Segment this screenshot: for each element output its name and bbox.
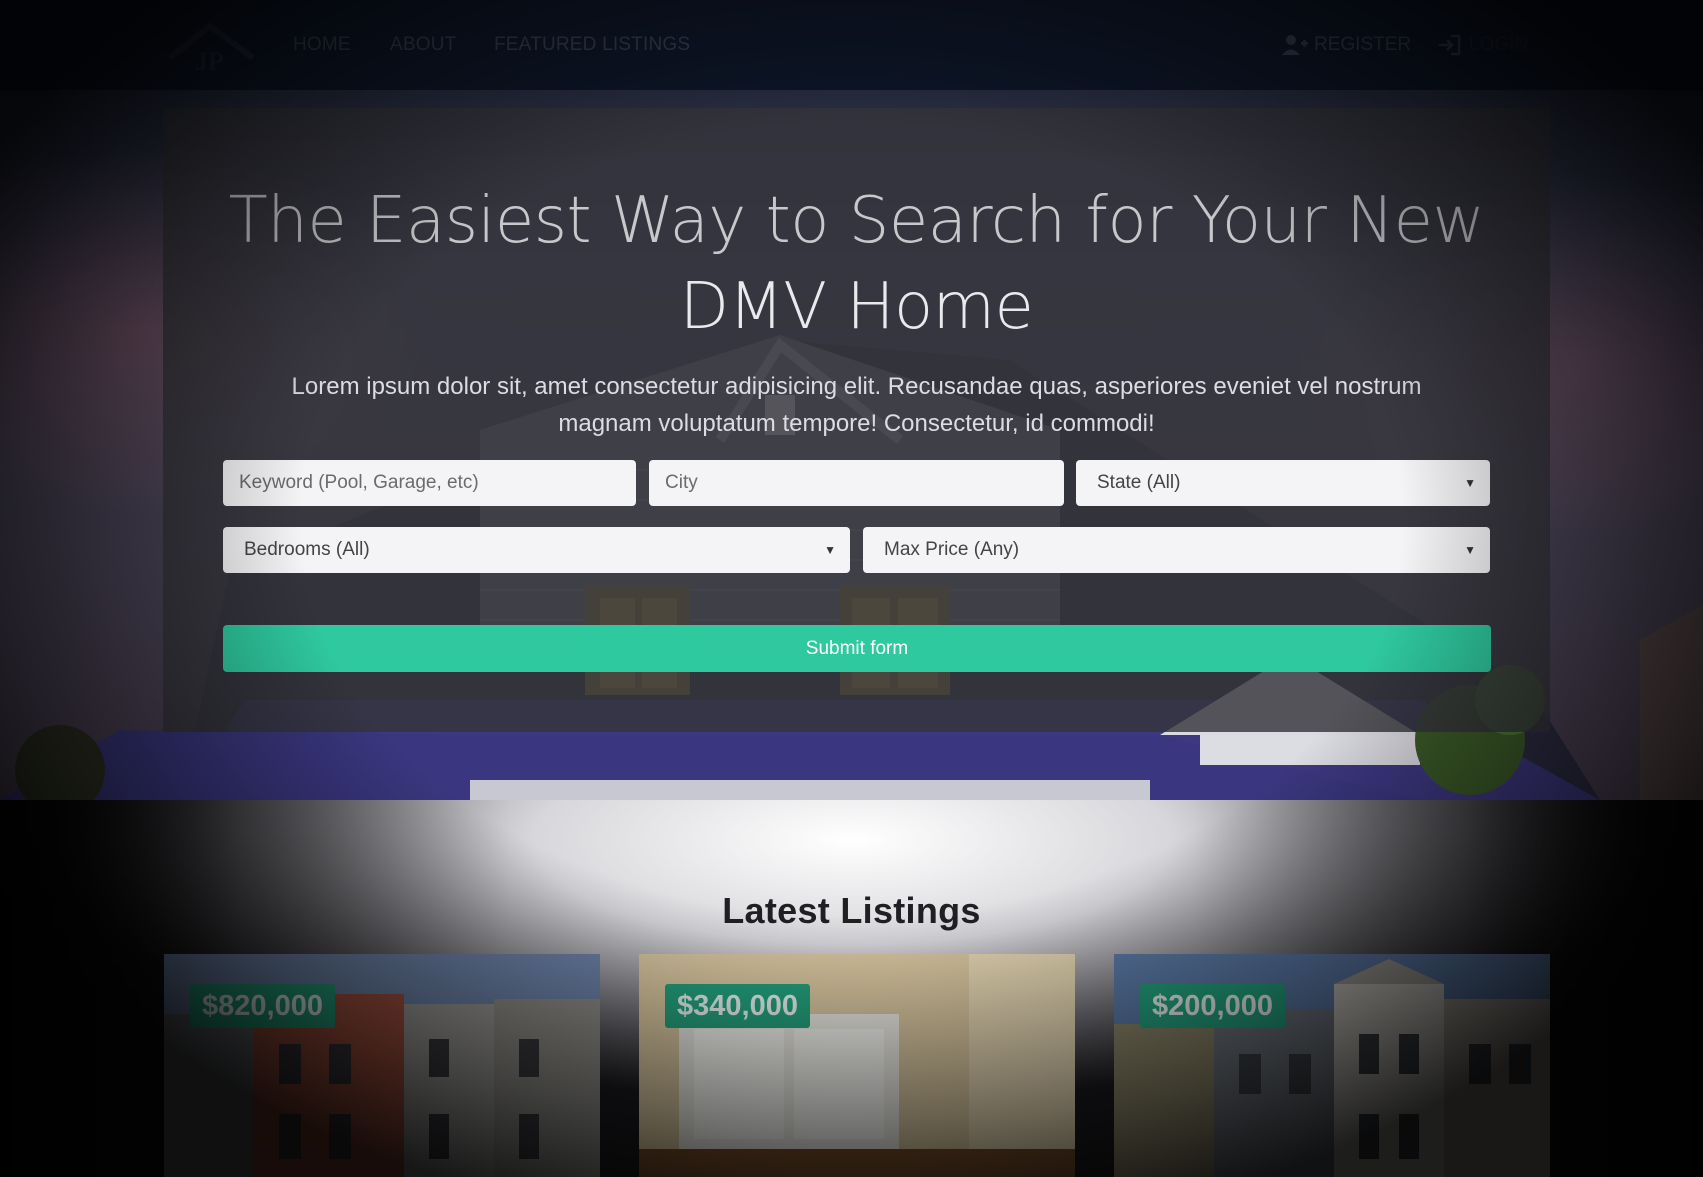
user-plus-icon [1282,35,1308,55]
headline-line-1: The Easiest Way to Search for Your New [228,184,1485,258]
latest-listings-title: Latest Listings [722,890,981,931]
state-select[interactable]: State (All) ▼ [1076,460,1490,506]
listing-price-badge: $820,000 [190,984,335,1028]
submit-form-button[interactable]: Submit form [223,625,1491,672]
state-select-value: State (All) [1097,472,1181,493]
dropdown-caret-icon: ▼ [1464,543,1476,557]
register-link[interactable]: REGISTER [1282,34,1411,56]
nav-link-about[interactable]: ABOUT [390,34,456,56]
top-navbar: JP HOME ABOUT FEATURED LISTINGS REGISTER… [0,0,1703,90]
nav-link-home[interactable]: HOME [293,34,351,56]
listing-price-badge: $340,000 [665,984,810,1028]
hero-headline: The Easiest Way to Search for Your New D… [163,178,1550,350]
login-label: LOGIN [1469,34,1529,55]
listing-card[interactable]: $340,000 [639,954,1075,1177]
headline-line-2: DMV Home [679,270,1034,344]
hero-lead-text: Lorem ipsum dolor sit, amet consectetur … [291,373,1422,437]
dropdown-caret-icon: ▼ [1464,476,1476,490]
bedrooms-select-value: Bedrooms (All) [244,539,370,560]
register-label: REGISTER [1314,34,1412,55]
listing-card[interactable]: $820,000 [164,954,600,1177]
brand-logo-icon[interactable]: JP [165,18,260,73]
sign-in-icon [1439,34,1461,56]
latest-listings-section: Latest Listings $820,000 $340,000 $200,0… [0,800,1703,1177]
bedrooms-select[interactable]: Bedrooms (All) ▼ [223,527,850,573]
nav-link-featured-listings[interactable]: FEATURED LISTINGS [494,34,690,56]
max-price-select[interactable]: Max Price (Any) ▼ [863,527,1490,573]
search-panel: The Easiest Way to Search for Your New D… [163,108,1550,732]
login-link[interactable]: LOGIN [1437,34,1528,56]
logo-text: JP [195,47,224,73]
max-price-select-value: Max Price (Any) [884,539,1020,560]
city-input[interactable] [649,460,1064,506]
keyword-input[interactable] [223,460,636,506]
dropdown-caret-icon: ▼ [824,543,836,557]
listing-card[interactable]: $200,000 [1114,954,1550,1177]
listing-price-badge: $200,000 [1140,984,1285,1028]
